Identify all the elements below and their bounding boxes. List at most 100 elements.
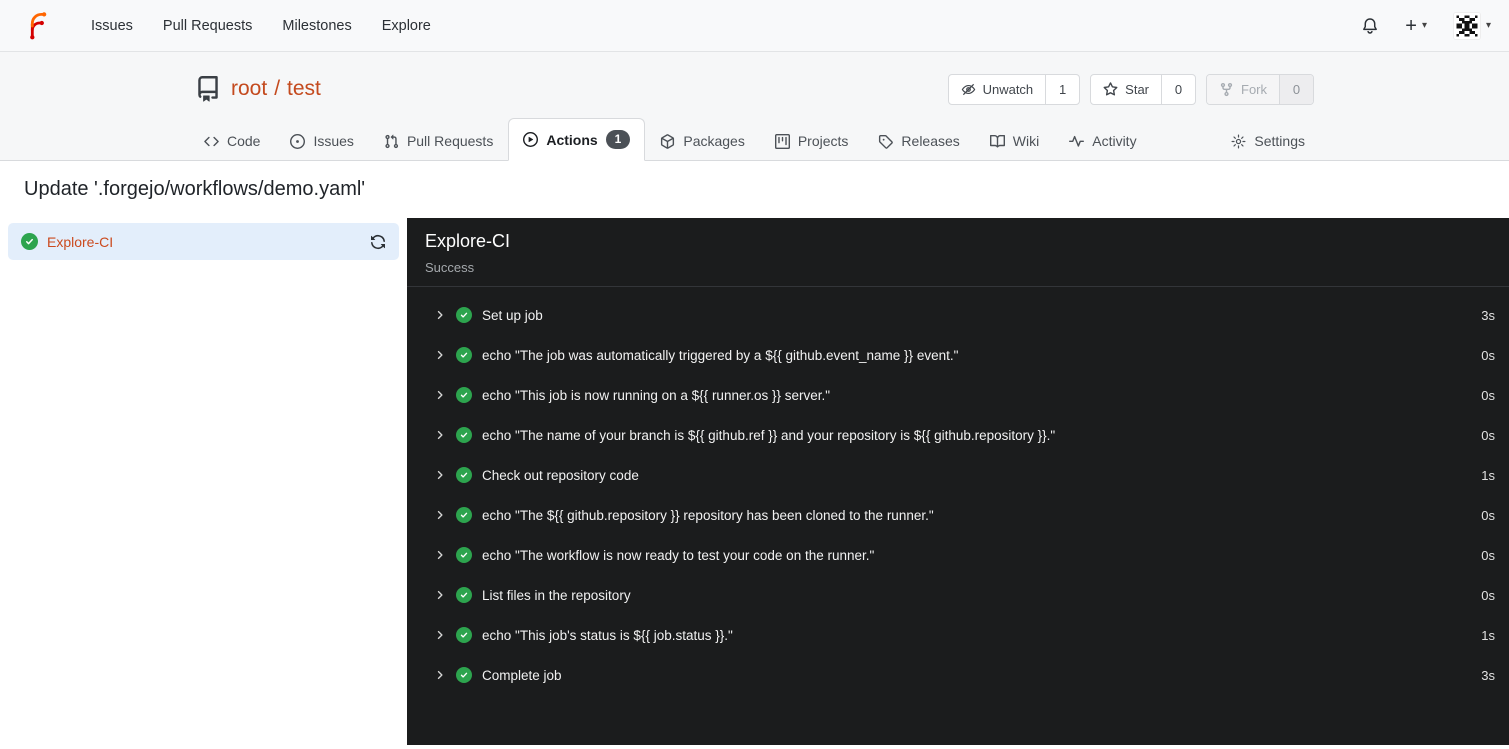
job-item-explore-ci[interactable]: Explore-CI bbox=[8, 223, 399, 260]
book-icon bbox=[989, 134, 1005, 148]
step-row[interactable]: Check out repository code 1s bbox=[407, 455, 1509, 495]
code-icon bbox=[204, 136, 219, 146]
tab-settings[interactable]: Settings bbox=[1216, 121, 1320, 161]
step-row[interactable]: echo "The workflow is now ready to test … bbox=[407, 535, 1509, 575]
top-navbar: Issues Pull Requests Milestones Explore … bbox=[0, 0, 1509, 52]
step-name: echo "The workflow is now ready to test … bbox=[482, 547, 875, 563]
chevron-right-icon[interactable] bbox=[434, 469, 446, 481]
fork-icon bbox=[1220, 82, 1233, 96]
notifications-button[interactable] bbox=[1361, 17, 1379, 35]
git-pull-request-icon bbox=[385, 134, 399, 148]
eye-slash-icon bbox=[961, 83, 975, 95]
tab-activity[interactable]: Activity bbox=[1054, 121, 1151, 161]
watchers-count[interactable]: 1 bbox=[1045, 74, 1079, 104]
repo-icon bbox=[195, 76, 221, 102]
chevron-right-icon[interactable] bbox=[434, 549, 446, 561]
rerun-job-button[interactable] bbox=[370, 234, 386, 250]
step-name: Check out repository code bbox=[482, 467, 639, 483]
nav-link-pull-requests[interactable]: Pull Requests bbox=[148, 18, 267, 34]
step-name: Set up job bbox=[482, 307, 543, 323]
project-board-icon bbox=[774, 133, 790, 149]
package-icon bbox=[661, 133, 675, 149]
page-title: Update '.forgejo/workflows/demo.yaml' bbox=[24, 178, 366, 200]
tab-code[interactable]: Code bbox=[189, 121, 275, 161]
step-row[interactable]: Complete job 3s bbox=[407, 655, 1509, 695]
step-row[interactable]: echo "The job was automatically triggere… bbox=[407, 335, 1509, 375]
step-success-icon bbox=[456, 307, 472, 323]
issue-opened-icon bbox=[290, 133, 306, 149]
step-name: echo "The ${{ github.repository }} repos… bbox=[482, 507, 934, 523]
step-row[interactable]: List files in the repository 0s bbox=[407, 575, 1509, 615]
chevron-right-icon[interactable] bbox=[434, 389, 446, 401]
step-row[interactable]: echo "The ${{ github.repository }} repos… bbox=[407, 495, 1509, 535]
chevron-down-icon: ▾ bbox=[1421, 20, 1427, 31]
nav-link-milestones[interactable]: Milestones bbox=[267, 18, 366, 34]
play-circle-icon bbox=[523, 132, 539, 147]
step-success-icon bbox=[456, 667, 472, 683]
step-name: List files in the repository bbox=[482, 587, 631, 603]
job-log-panel: Explore-CI Success Set up job 3s echo "T… bbox=[407, 218, 1509, 745]
unwatch-button[interactable]: Unwatch bbox=[949, 75, 1046, 104]
nav-link-issues[interactable]: Issues bbox=[76, 18, 148, 34]
repo-separator: / bbox=[274, 77, 281, 100]
repo-tab-bar: Code Issues Pull Requests Actions 1 Pack… bbox=[187, 118, 1322, 161]
step-row[interactable]: Set up job 3s bbox=[407, 295, 1509, 335]
plus-icon: + bbox=[1405, 14, 1417, 37]
step-duration: 0s bbox=[1481, 547, 1495, 563]
pulse-icon bbox=[1069, 135, 1085, 147]
fork-button: Fork bbox=[1207, 74, 1279, 104]
star-button[interactable]: Star bbox=[1091, 75, 1161, 104]
tab-pull-requests[interactable]: Pull Requests bbox=[369, 121, 508, 161]
tab-releases[interactable]: Releases bbox=[863, 121, 974, 161]
job-log-header: Explore-CI Success bbox=[407, 218, 1509, 287]
watch-button-group: Unwatch 1 bbox=[947, 73, 1081, 105]
step-row[interactable]: echo "This job is now running on a ${{ r… bbox=[407, 375, 1509, 415]
step-list: Set up job 3s echo "The job was automati… bbox=[407, 287, 1509, 695]
sync-icon bbox=[371, 234, 385, 249]
stars-count[interactable]: 0 bbox=[1161, 74, 1195, 104]
chevron-right-icon[interactable] bbox=[434, 589, 446, 601]
step-row[interactable]: echo "The name of your branch is ${{ git… bbox=[407, 415, 1509, 455]
tab-packages[interactable]: Packages bbox=[645, 121, 759, 161]
step-success-icon bbox=[456, 627, 472, 643]
step-success-icon bbox=[456, 587, 472, 603]
step-row[interactable]: echo "This job's status is ${{ job.statu… bbox=[407, 615, 1509, 655]
step-duration: 0s bbox=[1481, 347, 1495, 363]
chevron-right-icon[interactable] bbox=[434, 669, 446, 681]
star-icon bbox=[1103, 81, 1118, 96]
tab-actions[interactable]: Actions 1 bbox=[508, 118, 646, 161]
create-new-dropdown[interactable]: + ▾ bbox=[1405, 16, 1427, 36]
tag-icon bbox=[879, 134, 894, 149]
repo-name-link[interactable]: test bbox=[287, 77, 321, 101]
step-success-icon bbox=[456, 427, 472, 443]
repo-owner-link[interactable]: root bbox=[231, 77, 267, 101]
step-success-icon bbox=[456, 507, 472, 523]
step-duration: 0s bbox=[1481, 387, 1495, 403]
forgejo-logo[interactable] bbox=[22, 11, 52, 41]
chevron-right-icon[interactable] bbox=[434, 509, 446, 521]
chevron-right-icon[interactable] bbox=[434, 349, 446, 361]
repo-breadcrumb: root / test bbox=[231, 77, 321, 101]
step-name: echo "This job is now running on a ${{ r… bbox=[482, 387, 831, 403]
step-success-icon bbox=[456, 347, 472, 363]
settings-icon bbox=[1231, 134, 1246, 148]
repo-header: root / test Unwatch 1 Star 0 Fork 0 Code… bbox=[0, 52, 1509, 161]
tab-issues[interactable]: Issues bbox=[275, 121, 368, 161]
success-check-icon bbox=[21, 233, 38, 250]
tab-projects[interactable]: Projects bbox=[760, 121, 864, 161]
step-duration: 3s bbox=[1481, 667, 1495, 683]
avatar bbox=[1452, 11, 1481, 40]
job-log-title: Explore-CI bbox=[425, 231, 511, 251]
star-button-group: Star 0 bbox=[1090, 73, 1196, 105]
step-success-icon bbox=[456, 467, 472, 483]
tab-wiki[interactable]: Wiki bbox=[975, 121, 1054, 161]
chevron-down-icon: ▾ bbox=[1485, 20, 1491, 31]
step-duration: 1s bbox=[1481, 467, 1495, 483]
step-success-icon bbox=[456, 547, 472, 563]
chevron-right-icon[interactable] bbox=[434, 429, 446, 441]
chevron-right-icon[interactable] bbox=[434, 309, 446, 321]
user-menu-dropdown[interactable]: ▾ bbox=[1452, 11, 1491, 40]
step-name: echo "The name of your branch is ${{ git… bbox=[482, 427, 1056, 443]
chevron-right-icon[interactable] bbox=[434, 629, 446, 641]
nav-link-explore[interactable]: Explore bbox=[367, 18, 446, 34]
